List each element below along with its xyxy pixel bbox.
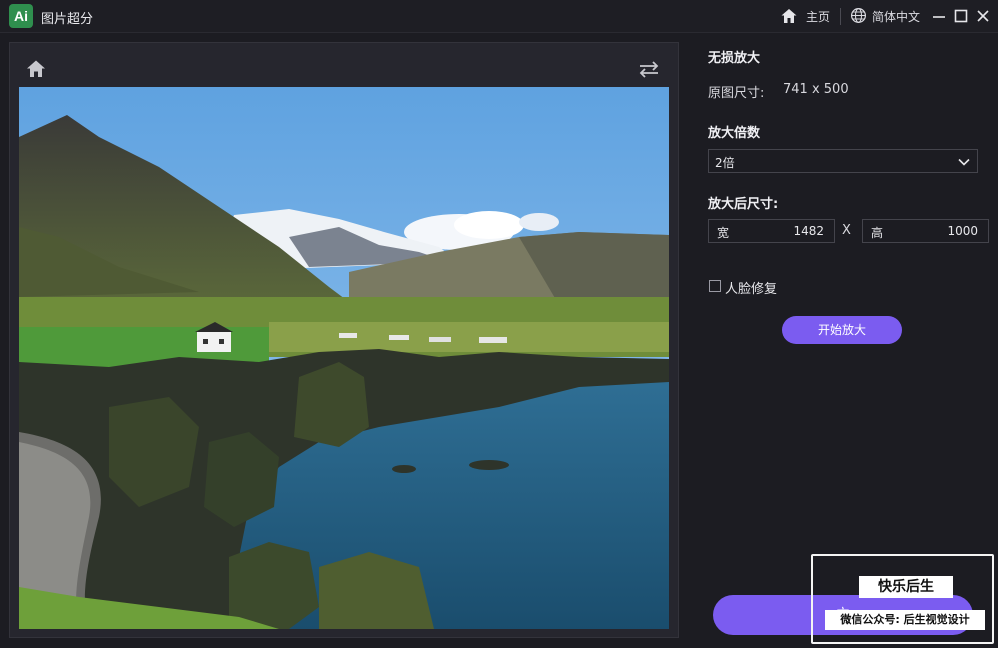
scale-label: 放大倍数 — [708, 126, 761, 141]
output-size-label: 放大后尺寸: — [708, 197, 779, 212]
maximize-icon[interactable] — [953, 8, 969, 24]
home-icon[interactable] — [780, 7, 798, 25]
close-icon[interactable] — [975, 8, 991, 24]
height-field[interactable]: 高 1000 — [862, 219, 989, 243]
globe-icon[interactable] — [850, 7, 867, 24]
width-label: 宽 — [717, 226, 730, 240]
titlebar-divider — [840, 8, 841, 25]
width-field[interactable]: 宽 1482 — [708, 219, 835, 243]
face-repair-label[interactable]: 人脸修复 — [725, 278, 777, 297]
height-label: 高 — [871, 226, 884, 240]
original-size-label: 原图尺寸: — [708, 86, 765, 101]
app-logo: Ai — [9, 4, 33, 28]
home-link[interactable]: 主页 — [806, 8, 830, 25]
height-value: 1000 — [947, 224, 978, 238]
original-size-value: 741 x 500 — [783, 82, 849, 97]
language-selector[interactable]: 简体中文 — [872, 8, 920, 25]
minimize-icon[interactable] — [931, 8, 947, 24]
home-icon[interactable] — [25, 58, 47, 80]
section-title: 无损放大 — [708, 51, 761, 66]
preview-image — [19, 87, 669, 629]
dimension-separator: X — [842, 223, 851, 238]
width-value: 1482 — [793, 224, 824, 238]
app-title: 图片超分 — [41, 12, 94, 27]
scale-select-value: 2倍 — [715, 156, 735, 170]
face-repair-checkbox[interactable] — [709, 280, 721, 292]
title-bar: Ai 图片超分 主页 简体中文 — [0, 0, 998, 33]
landscape-photo — [19, 87, 669, 629]
start-upscale-button[interactable]: 开始放大 — [782, 316, 902, 344]
watermark-overlay: 快乐后生 微信公众号: 后生视觉设计 — [811, 554, 994, 644]
scale-select[interactable]: 2倍 — [708, 149, 978, 173]
swap-icon[interactable] — [637, 58, 661, 80]
watermark-title: 快乐后生 — [859, 576, 953, 598]
watermark-subtitle: 微信公众号: 后生视觉设计 — [825, 610, 985, 630]
chevron-down-icon — [958, 158, 970, 166]
preview-panel — [9, 42, 679, 638]
